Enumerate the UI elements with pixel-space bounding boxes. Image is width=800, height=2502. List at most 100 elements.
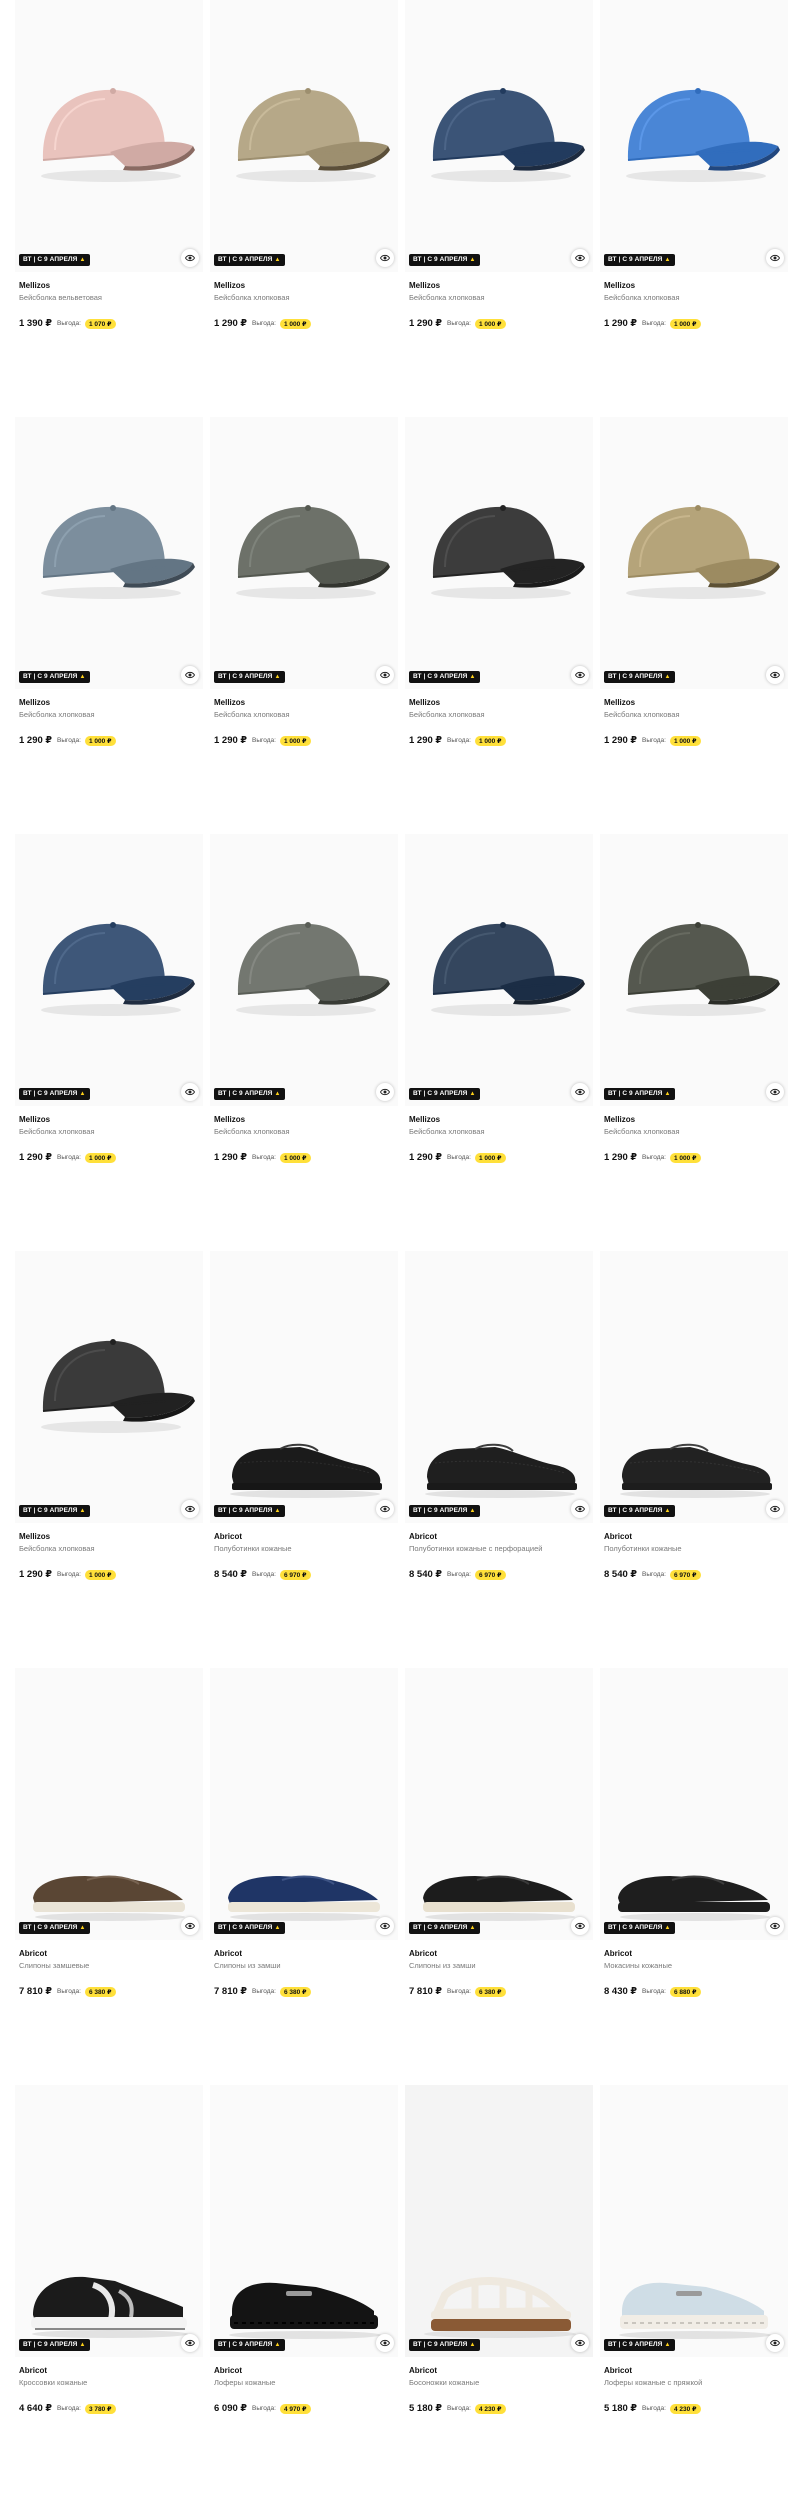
product-card[interactable]: ВТ | С 9 АПРЕЛЯ ▲ Abricot Лоферы кожаные … — [600, 2085, 788, 2502]
quick-view-button[interactable] — [181, 249, 199, 267]
product-brand[interactable]: Abricot — [214, 2366, 242, 2375]
product-image[interactable] — [210, 2085, 398, 2357]
product-card[interactable]: ВТ | С 9 АПРЕЛЯ ▲ Abricot Полуботинки кож… — [600, 1251, 788, 1668]
product-card[interactable]: ВТ | С 9 АПРЕЛЯ ▲ Mellizos Бейсболка хлоп… — [600, 834, 788, 1251]
product-card[interactable]: ВТ | С 9 АПРЕЛЯ ▲ Mellizos Бейсболка хлоп… — [600, 0, 788, 417]
product-image[interactable] — [600, 834, 788, 1106]
quick-view-button[interactable] — [181, 1083, 199, 1101]
product-title[interactable]: Бейсболка хлопковая — [214, 1127, 290, 1136]
product-title[interactable]: Бейсболка хлопковая — [409, 293, 485, 302]
product-title[interactable]: Бейсболка хлопковая — [409, 1127, 485, 1136]
product-brand[interactable]: Abricot — [409, 2366, 437, 2375]
product-title[interactable]: Слипоны из замши — [214, 1961, 281, 1970]
product-card[interactable]: ВТ | С 9 АПРЕЛЯ ▲ Mellizos Бейсболка хлоп… — [405, 0, 593, 417]
product-card[interactable]: ВТ | С 9 АПРЕЛЯ ▲ Mellizos Бейсболка хлоп… — [405, 834, 593, 1251]
product-brand[interactable]: Mellizos — [409, 698, 440, 707]
product-title[interactable]: Лоферы кожаные — [214, 2378, 275, 2387]
product-title[interactable]: Бейсболка хлопковая — [19, 710, 95, 719]
product-image[interactable] — [405, 1668, 593, 1940]
product-brand[interactable]: Abricot — [604, 2366, 632, 2375]
product-image[interactable] — [405, 417, 593, 689]
quick-view-button[interactable] — [766, 1083, 784, 1101]
product-brand[interactable]: Abricot — [19, 1949, 47, 1958]
quick-view-button[interactable] — [376, 2334, 394, 2352]
product-brand[interactable]: Mellizos — [214, 1115, 245, 1124]
product-title[interactable]: Слипоны из замши — [409, 1961, 476, 1970]
product-brand[interactable]: Abricot — [214, 1532, 242, 1541]
product-title[interactable]: Бейсболка вельветовая — [19, 293, 102, 302]
product-title[interactable]: Полуботинки кожаные с перфорацией — [409, 1544, 542, 1553]
product-card[interactable]: ВТ | С 9 АПРЕЛЯ ▲ Mellizos Бейсболка вель… — [15, 0, 203, 417]
product-image[interactable] — [600, 417, 788, 689]
product-brand[interactable]: Mellizos — [19, 1115, 50, 1124]
product-card[interactable]: ВТ | С 9 АПРЕЛЯ ▲ Abricot Босоножки кожан… — [405, 2085, 593, 2502]
product-card[interactable]: ВТ | С 9 АПРЕЛЯ ▲ Mellizos Бейсболка хлоп… — [15, 834, 203, 1251]
product-brand[interactable]: Abricot — [604, 1532, 632, 1541]
product-brand[interactable]: Abricot — [409, 1532, 437, 1541]
product-brand[interactable]: Mellizos — [214, 698, 245, 707]
product-brand[interactable]: Mellizos — [409, 281, 440, 290]
product-image[interactable] — [210, 834, 398, 1106]
product-image[interactable] — [210, 1668, 398, 1940]
quick-view-button[interactable] — [376, 1917, 394, 1935]
product-brand[interactable]: Abricot — [604, 1949, 632, 1958]
product-brand[interactable]: Abricot — [19, 2366, 47, 2375]
product-card[interactable]: ВТ | С 9 АПРЕЛЯ ▲ Abricot Кроссовки кожан… — [15, 2085, 203, 2502]
product-title[interactable]: Бейсболка хлопковая — [19, 1544, 95, 1553]
quick-view-button[interactable] — [571, 249, 589, 267]
product-title[interactable]: Бейсболка хлопковая — [19, 1127, 95, 1136]
product-title[interactable]: Бейсболка хлопковая — [409, 710, 485, 719]
product-title[interactable]: Полуботинки кожаные — [604, 1544, 682, 1553]
product-title[interactable]: Бейсболка хлопковая — [604, 710, 680, 719]
quick-view-button[interactable] — [181, 666, 199, 684]
product-card[interactable]: ВТ | С 9 АПРЕЛЯ ▲ Mellizos Бейсболка хлоп… — [210, 417, 398, 834]
quick-view-button[interactable] — [766, 1500, 784, 1518]
quick-view-button[interactable] — [376, 1500, 394, 1518]
product-brand[interactable]: Mellizos — [604, 698, 635, 707]
product-title[interactable]: Слипоны замшевые — [19, 1961, 89, 1970]
product-title[interactable]: Бейсболка хлопковая — [604, 293, 680, 302]
product-image[interactable] — [15, 1251, 203, 1523]
product-image[interactable] — [600, 2085, 788, 2357]
quick-view-button[interactable] — [181, 1500, 199, 1518]
product-image[interactable] — [15, 417, 203, 689]
product-image[interactable] — [210, 1251, 398, 1523]
quick-view-button[interactable] — [376, 249, 394, 267]
quick-view-button[interactable] — [766, 1917, 784, 1935]
product-image[interactable] — [15, 2085, 203, 2357]
quick-view-button[interactable] — [181, 1917, 199, 1935]
product-brand[interactable]: Mellizos — [19, 281, 50, 290]
product-brand[interactable]: Mellizos — [604, 1115, 635, 1124]
quick-view-button[interactable] — [571, 2334, 589, 2352]
product-image[interactable] — [15, 834, 203, 1106]
product-card[interactable]: ВТ | С 9 АПРЕЛЯ ▲ Abricot Лоферы кожаные … — [210, 2085, 398, 2502]
product-image[interactable] — [405, 2085, 593, 2357]
product-title[interactable]: Полуботинки кожаные — [214, 1544, 292, 1553]
product-image[interactable] — [600, 1668, 788, 1940]
quick-view-button[interactable] — [571, 1500, 589, 1518]
product-card[interactable]: ВТ | С 9 АПРЕЛЯ ▲ Mellizos Бейсболка хлоп… — [600, 417, 788, 834]
product-image[interactable] — [15, 0, 203, 272]
product-card[interactable]: ВТ | С 9 АПРЕЛЯ ▲ Abricot Слипоны из замш… — [210, 1668, 398, 2085]
product-card[interactable]: ВТ | С 9 АПРЕЛЯ ▲ Abricot Слипоны замшевы… — [15, 1668, 203, 2085]
product-brand[interactable]: Mellizos — [19, 698, 50, 707]
product-title[interactable]: Бейсболка хлопковая — [214, 710, 290, 719]
product-title[interactable]: Бейсболка хлопковая — [604, 1127, 680, 1136]
product-title[interactable]: Босоножки кожаные — [409, 2378, 479, 2387]
product-card[interactable]: ВТ | С 9 АПРЕЛЯ ▲ Abricot Полуботинки кож… — [405, 1251, 593, 1668]
quick-view-button[interactable] — [376, 666, 394, 684]
product-brand[interactable]: Abricot — [214, 1949, 242, 1958]
product-brand[interactable]: Mellizos — [214, 281, 245, 290]
product-brand[interactable]: Mellizos — [19, 1532, 50, 1541]
product-image[interactable] — [405, 0, 593, 272]
product-image[interactable] — [210, 0, 398, 272]
quick-view-button[interactable] — [766, 666, 784, 684]
product-card[interactable]: ВТ | С 9 АПРЕЛЯ ▲ Mellizos Бейсболка хлоп… — [210, 0, 398, 417]
product-card[interactable]: ВТ | С 9 АПРЕЛЯ ▲ Mellizos Бейсболка хлоп… — [210, 834, 398, 1251]
product-title[interactable]: Мокасины кожаные — [604, 1961, 672, 1970]
product-image[interactable] — [405, 834, 593, 1106]
product-image[interactable] — [600, 1251, 788, 1523]
product-image[interactable] — [600, 0, 788, 272]
product-card[interactable]: ВТ | С 9 АПРЕЛЯ ▲ Mellizos Бейсболка хлоп… — [15, 417, 203, 834]
product-title[interactable]: Кроссовки кожаные — [19, 2378, 87, 2387]
